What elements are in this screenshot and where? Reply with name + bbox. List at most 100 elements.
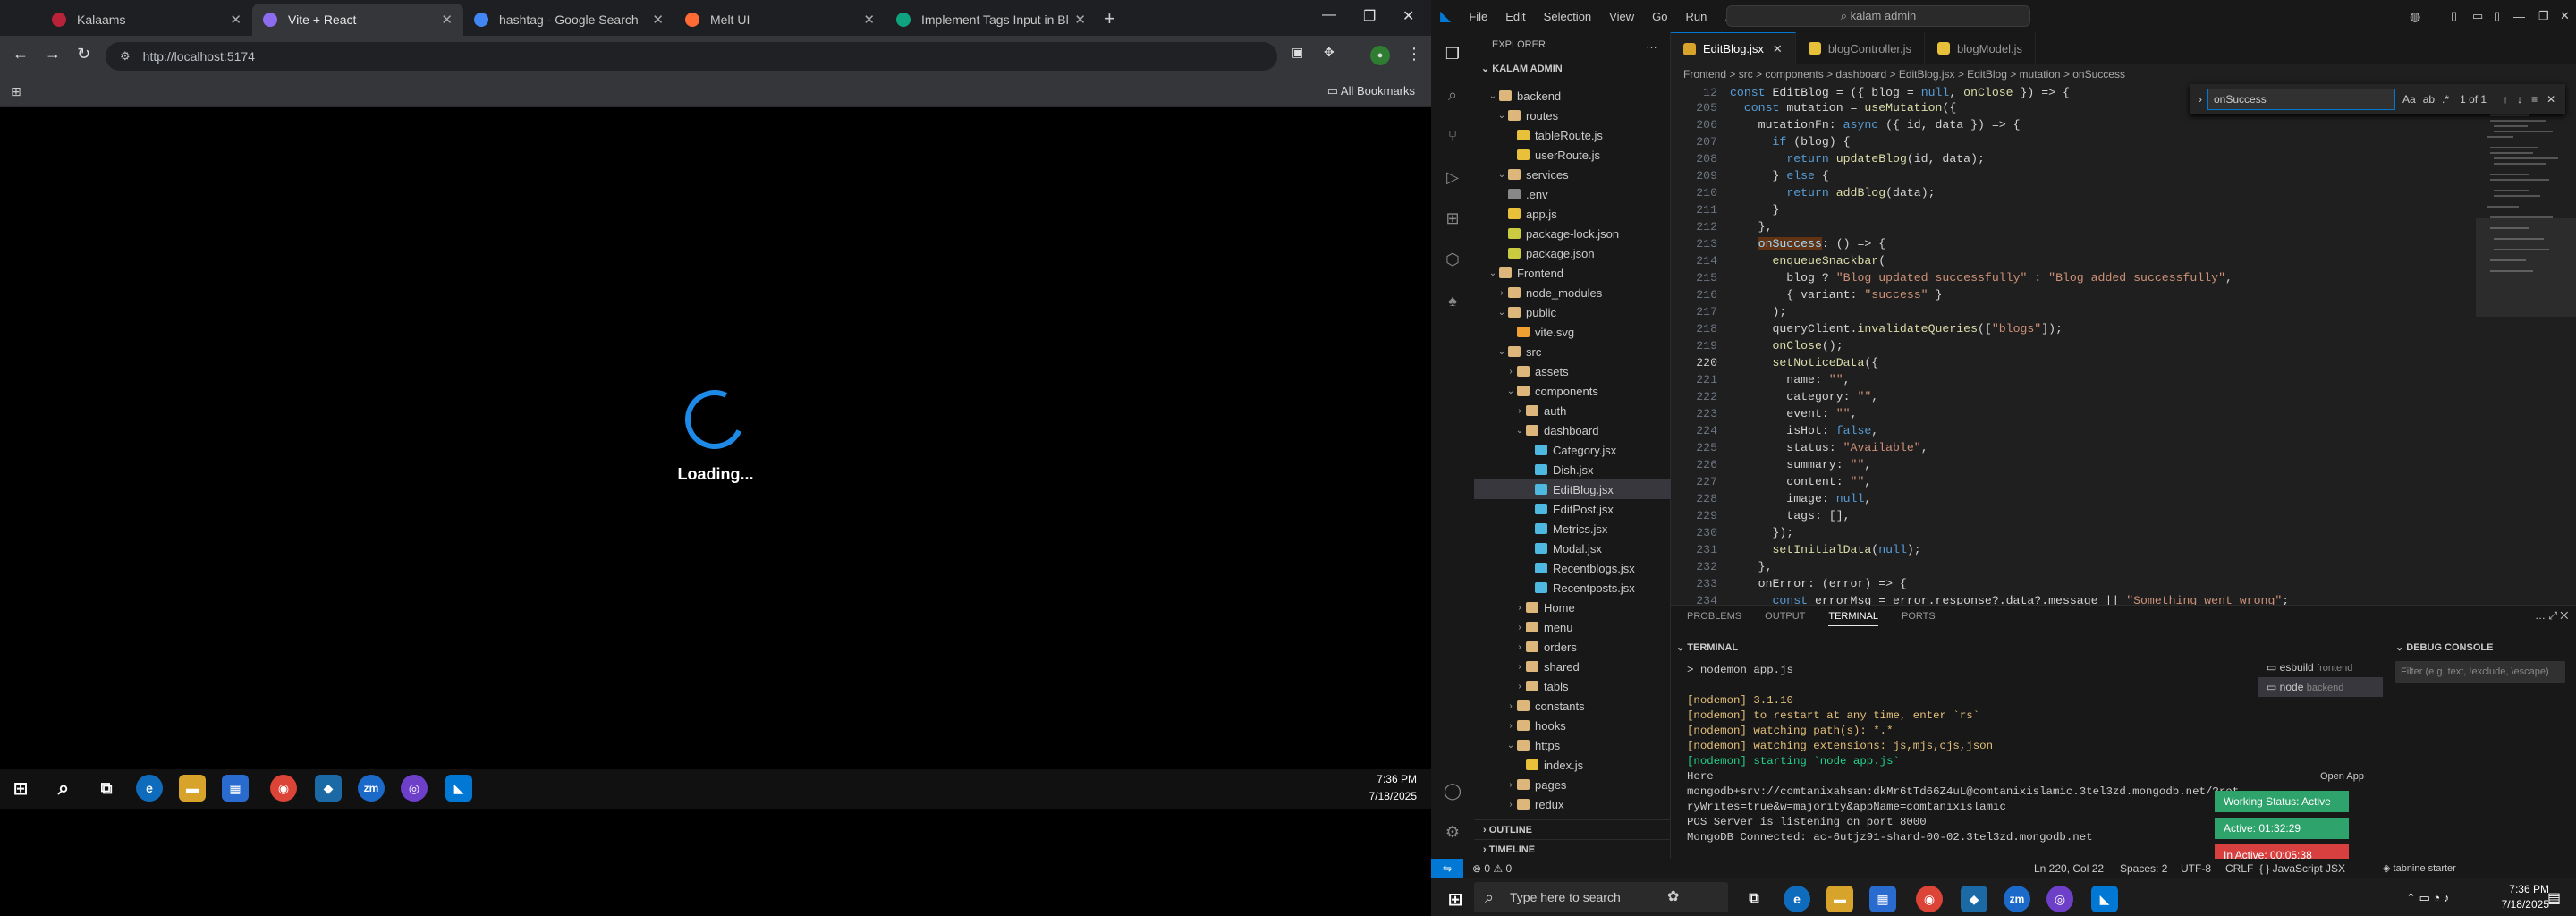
tree-folder[interactable]: › pages [1474, 775, 1671, 794]
tree-folder[interactable]: › constants [1474, 696, 1671, 716]
close-tab-icon[interactable]: ✕ [1074, 12, 1086, 28]
outline-section[interactable]: › OUTLINE [1474, 819, 1671, 839]
tree-folder[interactable]: ⌄ services [1474, 165, 1671, 184]
chevron-right-icon[interactable]: › [2199, 93, 2202, 106]
code-line[interactable]: 225 status: "Available", [1671, 439, 2476, 456]
code-line[interactable]: 227 content: "", [1671, 473, 2476, 490]
tab-vite-react[interactable]: Vite + React ✕ [252, 4, 463, 36]
code-line[interactable]: 210 return addBlog(data); [1671, 184, 2476, 201]
remote-indicator-icon[interactable]: ⇋ [1431, 859, 1463, 878]
copilot-icon[interactable]: ◍ [2410, 9, 2420, 24]
tab-kalaams[interactable]: Kalaams ✕ [41, 4, 252, 36]
code-line[interactable]: 217 ); [1671, 303, 2476, 320]
notification-icon[interactable]: ▤ [2547, 889, 2561, 907]
toggle-panel-icon[interactable]: ▭ [2472, 9, 2483, 23]
previous-match-icon[interactable]: ↑ [2503, 93, 2508, 106]
site-info-icon[interactable]: ⚙ [120, 49, 131, 64]
code-line[interactable]: 213 onSuccess: () => { [1671, 235, 2476, 252]
cursor-position[interactable]: Ln 220, Col 22 [2034, 859, 2104, 878]
editor-tab-editblog[interactable]: EditBlog.jsx ✕ [1671, 32, 1796, 64]
panel-tab-ports[interactable]: PORTS [1902, 611, 1936, 626]
code-line[interactable]: 223 event: "", [1671, 405, 2476, 422]
code-line[interactable]: 211 } [1671, 201, 2476, 218]
code-line[interactable]: 215 blog ? "Blog updated successfully" :… [1671, 269, 2476, 286]
chrome-icon[interactable]: ◉ [1916, 886, 1943, 912]
tree-folder[interactable]: › redux [1474, 794, 1671, 814]
profile-avatar[interactable]: ● [1370, 46, 1390, 65]
editor-tab-blogmodel[interactable]: blogModel.js [1925, 32, 2037, 64]
tree-file[interactable]: EditBlog.jsx [1474, 479, 1671, 499]
code-line[interactable]: 222 category: "", [1671, 388, 2476, 405]
code-line[interactable]: 219 onClose(); [1671, 337, 2476, 354]
vscode-icon[interactable]: ◣ [445, 775, 472, 802]
code-line[interactable]: 212 }, [1671, 218, 2476, 235]
tree-file[interactable]: vite.svg [1474, 322, 1671, 342]
whole-word-icon[interactable]: ab [2423, 93, 2435, 106]
tree-file[interactable]: userRoute.js [1474, 145, 1671, 165]
apps-grid-icon[interactable]: ⊞ [11, 84, 21, 99]
taskbar-search[interactable]: ⌕ Type here to search ✿ [1474, 882, 1728, 912]
debug-console-header[interactable]: ⌄ DEBUG CONSOLE [2386, 641, 2576, 653]
code-line[interactable]: 232 }, [1671, 558, 2476, 575]
regex-icon[interactable]: .* [2442, 93, 2449, 106]
edge-icon[interactable]: e [136, 775, 163, 802]
tree-folder[interactable]: ⌄ routes [1474, 106, 1671, 125]
tree-file[interactable]: Modal.jsx [1474, 539, 1671, 558]
account-icon[interactable]: ◯ [1442, 782, 1463, 803]
edge-icon[interactable]: e [1784, 886, 1810, 912]
tree-file[interactable]: .env [1474, 184, 1671, 204]
search-icon[interactable]: ⌕ [50, 775, 77, 802]
tree-folder[interactable]: ⌄ backend [1474, 86, 1671, 106]
task-view-icon[interactable]: ⧉ [93, 775, 120, 802]
tree-folder[interactable]: › hooks [1474, 716, 1671, 735]
code-line[interactable]: 228 image: null, [1671, 490, 2476, 507]
code-line[interactable]: 221 name: "", [1671, 371, 2476, 388]
tree-folder[interactable]: ⌄ components [1474, 381, 1671, 401]
menu-view[interactable]: View [1609, 10, 1634, 23]
code-line[interactable]: 229 tags: [], [1671, 507, 2476, 524]
terminal-item-esbuild[interactable]: ▭ esbuild frontend [2258, 657, 2383, 677]
command-center[interactable]: ⌕ kalam admin [1726, 5, 2030, 27]
minimap[interactable] [2476, 84, 2576, 605]
source-control-icon[interactable]: ⑂ [1442, 127, 1463, 148]
tree-file[interactable]: app.js [1474, 204, 1671, 224]
menu-run[interactable]: Run [1685, 10, 1707, 23]
code-view[interactable]: 12 const EditBlog = ({ blog = null, onClo… [1671, 84, 2476, 607]
minimize-icon[interactable]: — [2513, 10, 2525, 23]
code-line[interactable]: 216 { variant: "success" } [1671, 286, 2476, 303]
timeline-section[interactable]: › TIMELINE [1474, 839, 1671, 859]
close-window-icon[interactable]: ✕ [2560, 9, 2570, 23]
tree-file[interactable]: EditPost.jsx [1474, 499, 1671, 519]
tree-folder[interactable]: ⌄ src [1474, 342, 1671, 361]
code-line[interactable]: 209 } else { [1671, 167, 2476, 184]
code-line[interactable]: 233 onError: (error) => { [1671, 575, 2476, 592]
panel-tab-problems[interactable]: PROBLEMS [1687, 611, 1741, 626]
tree-file[interactable]: package-lock.json [1474, 224, 1671, 243]
close-find-icon[interactable]: ✕ [2546, 93, 2555, 106]
terminal-item-node[interactable]: ▭ node backend [2258, 677, 2383, 697]
find-in-selection-icon[interactable]: ≡ [2531, 93, 2538, 106]
line-ending[interactable]: CRLF [2225, 859, 2253, 878]
toggle-secondary-sidebar-icon[interactable]: ▯ [2494, 9, 2500, 23]
code-line[interactable]: 224 isHot: false, [1671, 422, 2476, 439]
tree-folder[interactable]: › auth [1474, 401, 1671, 420]
encoding[interactable]: UTF-8 [2181, 859, 2211, 878]
reload-icon[interactable]: ↻ [77, 45, 90, 64]
zoom-icon[interactable]: zm [2004, 886, 2030, 912]
more-actions-icon[interactable]: … [1646, 38, 1657, 51]
vscode-insiders-icon[interactable]: ◆ [315, 775, 342, 802]
code-line[interactable]: 214 enqueueSnackbar( [1671, 252, 2476, 269]
task-view-icon[interactable]: ⧉ [1741, 886, 1767, 912]
github-desktop-icon[interactable]: ◎ [2046, 886, 2073, 912]
tab-google-search[interactable]: hashtag - Google Search ✕ [463, 4, 674, 36]
close-tab-icon[interactable]: ✕ [441, 12, 453, 28]
close-tab-icon[interactable]: ✕ [230, 12, 242, 28]
tree-folder[interactable]: › orders [1474, 637, 1671, 657]
tree-folder[interactable]: ⌄ https [1474, 735, 1671, 755]
store-icon[interactable]: ▦ [222, 775, 249, 802]
tree-folder[interactable]: › Home [1474, 598, 1671, 617]
github-desktop-icon[interactable]: ◎ [401, 775, 428, 802]
code-line[interactable]: 226 summary: "", [1671, 456, 2476, 473]
chrome-icon[interactable]: ◉ [270, 775, 297, 802]
menu-selection[interactable]: Selection [1544, 10, 1591, 23]
